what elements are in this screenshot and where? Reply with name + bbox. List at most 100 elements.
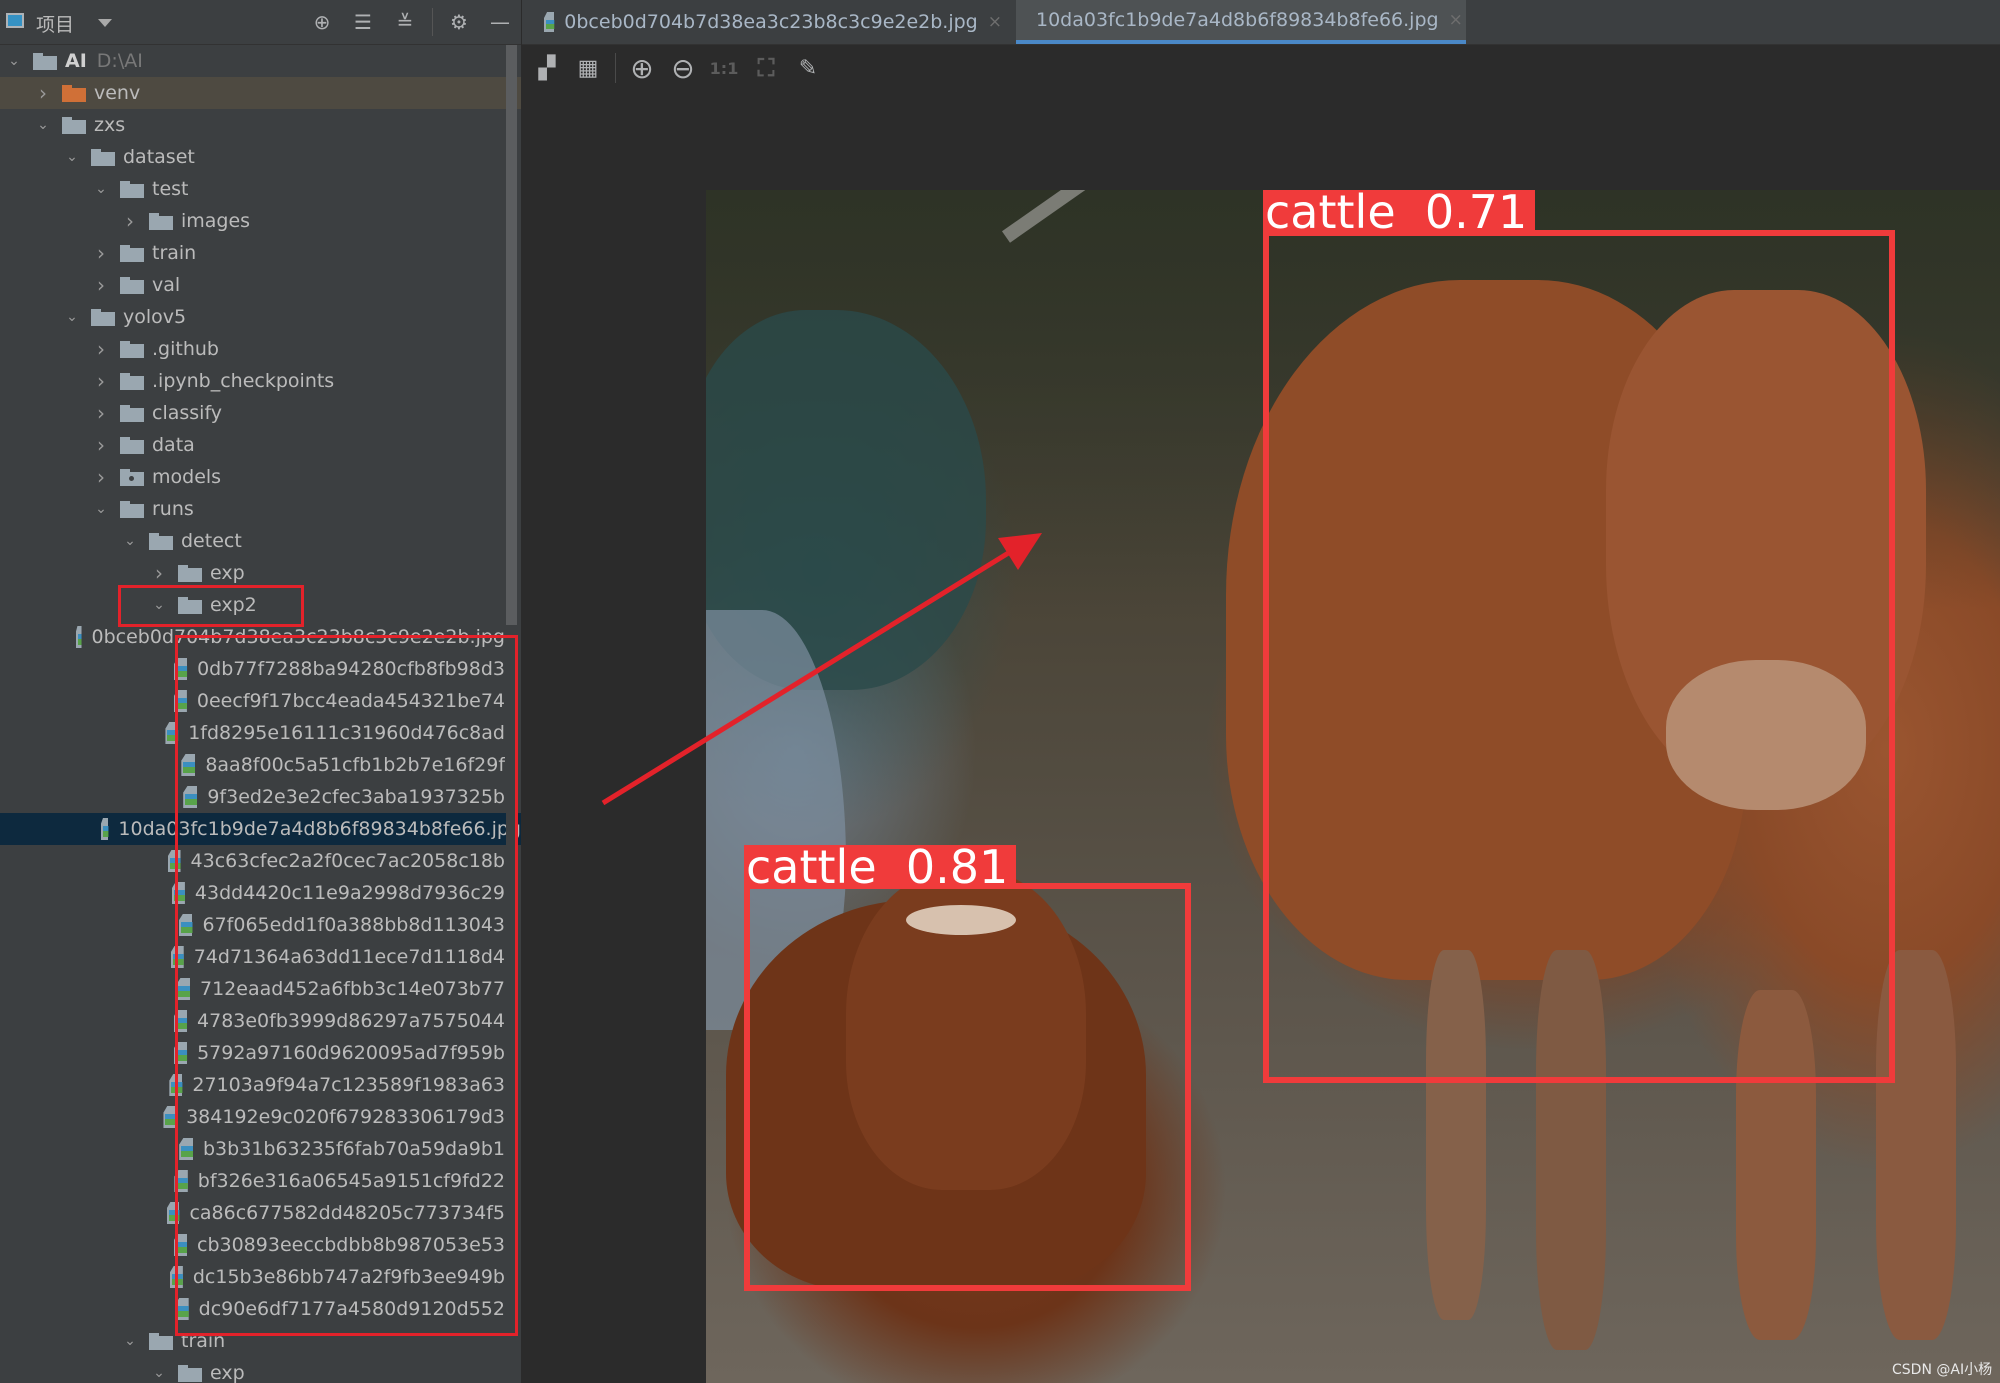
tab-10da03fc1b9d[interactable]: 10da03fc1b9de7a4d8b6f89834b8fe66.jpg × [1016,0,1466,44]
tree-file-item[interactable]: 384192e9c020f679283306179d3 [0,1101,505,1133]
chevron-down-icon[interactable]: ⌄ [63,148,81,166]
detection-box-cattle-0.81 [744,883,1191,1291]
grid-icon[interactable]: ▦ [573,53,603,83]
tab-0bceb0d704b7[interactable]: 0bceb0d704b7d38ea3c23b8c3c9e2e2b.jpg × [534,0,1012,44]
tree-item-label: 74d71364a63dd11ece7d1118d4 [193,946,505,968]
tree-file-item[interactable]: 43c63cfec2a2f0cec7ac2058c18b [0,845,505,877]
tree-folder-item[interactable]: › models [0,461,505,493]
tree-folder-item[interactable]: › data [0,429,505,461]
tree-file-item[interactable]: 8aa8f00c5a51cfb1b2b7e16f29f [0,749,505,781]
chevron-right-icon[interactable]: › [34,81,52,105]
tree-folder-item[interactable]: › exp [0,557,505,589]
tab-label: 10da03fc1b9de7a4d8b6f89834b8fe66.jpg [1036,9,1439,31]
chevron-right-icon[interactable]: › [121,209,139,233]
tree-folder-item[interactable]: ⌄ test [0,173,505,205]
folder-icon [120,276,144,294]
tree-folder-item[interactable]: ⌄ exp [0,1357,505,1383]
tree-folder-item[interactable]: › .github [0,333,505,365]
chevron-down-icon[interactable]: ⌄ [121,532,139,550]
chevron-right-icon[interactable]: › [92,433,110,457]
chevron-down-icon[interactable]: ⌄ [150,1364,168,1382]
expand-all-icon[interactable]: ☰ [349,8,377,36]
project-panel-title[interactable]: 项目 [36,10,74,37]
tree-file-item[interactable]: 43dd4420c11e9a2998d7936c29 [0,877,505,909]
chevron-down-icon[interactable]: ⌄ [63,308,81,326]
tree-file-item[interactable]: 4783e0fb3999d86297a7575044 [0,1005,505,1037]
actual-size-icon[interactable]: 1:1 [709,53,739,83]
tree-file-item[interactable]: cb30893eeccbdbb8b987053e53 [0,1229,505,1261]
tree-folder-item[interactable]: › .ipynb_checkpoints [0,365,505,397]
tree-file-item[interactable]: dc15b3e86bb747a2f9fb3ee949b [0,1261,505,1293]
tree-file-item[interactable]: ca86c677582dd48205c773734f5 [0,1197,505,1229]
tree-file-item[interactable]: 10da03fc1b9de7a4d8b6f89834b8fe66.jpg [0,813,521,845]
tree-folder-item[interactable]: › images [0,205,505,237]
tree-folder-item[interactable]: ⌄ AI D:\AI [0,45,505,77]
tree-file-item[interactable]: 0db77f7288ba94280cfb8fb98d3 [0,653,505,685]
tree-file-item[interactable]: bf326e316a06545a9151cf9fd22 [0,1165,505,1197]
tree-file-item[interactable]: 0bceb0d704b7d38ea3c23b8c3c9e2e2b.jpg [0,621,505,653]
minimize-icon[interactable]: — [486,8,514,36]
zoom-in-icon[interactable]: ⊕ [627,52,657,85]
tree-file-item[interactable]: 67f065edd1f0a388bb8d113043 [0,909,505,941]
folder-icon [62,84,86,102]
tree-folder-item[interactable]: › val [0,269,505,301]
tree-folder-item[interactable]: ⌄ train [0,1325,505,1357]
tree-file-item[interactable]: b3b31b63235f6fab70a59da9b1 [0,1133,505,1165]
tree-file-item[interactable]: 712eaad452a6fbb3c14e073b77 [0,973,505,1005]
image-file-icon [75,626,82,648]
chevron-down-icon[interactable]: ⌄ [5,52,23,70]
color-picker-icon[interactable]: ✎ [793,53,823,83]
tree-scrollbar[interactable] [506,45,517,1383]
tree-file-item[interactable]: 9f3ed2e3e2cfec3aba1937325b [0,781,505,813]
tree-folder-item[interactable]: ⌄ zxs [0,109,505,141]
image-file-icon [178,914,193,936]
tree-file-item[interactable]: 1fd8295e16111c31960d476c8ad [0,717,505,749]
tree-folder-item[interactable]: ⌄ yolov5 [0,301,505,333]
tree-file-item[interactable]: 0eecf9f17bcc4eada454321be74 [0,685,505,717]
chevron-down-icon[interactable]: ⌄ [150,596,168,614]
tree-folder-item[interactable]: ⌄ exp2 [0,589,505,621]
folder-icon [149,212,173,230]
close-icon[interactable]: × [988,12,1002,32]
tree-item-label: yolov5 [123,306,187,328]
gear-icon[interactable]: ⚙ [445,8,473,36]
chevron-right-icon[interactable]: › [92,369,110,393]
tree-folder-item[interactable]: ⌄ dataset [0,141,505,173]
collapse-all-icon[interactable]: ≚ [391,8,419,36]
chevron-right-icon[interactable]: › [92,465,110,489]
chevron-right-icon[interactable]: › [92,273,110,297]
tree-file-item[interactable]: 74d71364a63dd11ece7d1118d4 [0,941,505,973]
view-dropdown-icon[interactable] [98,19,112,27]
tree-file-item[interactable]: dc90e6df7177a4580d9120d552 [0,1293,505,1325]
chevron-right-icon[interactable]: › [92,241,110,265]
chevron-down-icon[interactable]: ⌄ [34,116,52,134]
zoom-out-icon[interactable]: ⊖ [668,52,698,85]
tree-file-item[interactable]: 5792a97160d9620095ad7f959b [0,1037,505,1069]
tree-item-label: zxs [94,114,126,136]
image-file-icon [173,658,188,680]
chessboard-icon[interactable]: ▞ [532,53,562,83]
close-icon[interactable]: × [1449,10,1463,30]
tree-scrollbar-thumb[interactable] [506,45,517,625]
locate-icon[interactable]: ⊕ [308,8,336,36]
chevron-right-icon[interactable]: › [92,337,110,361]
folder-icon [149,1332,173,1350]
tree-item-label: dataset [123,146,195,168]
tree-folder-item[interactable]: › classify [0,397,505,429]
chevron-down-icon[interactable]: ⌄ [92,180,110,198]
tree-item-label: dc90e6df7177a4580d9120d552 [198,1298,505,1320]
chevron-right-icon[interactable]: › [92,401,110,425]
image-file-icon [169,1074,183,1096]
tree-item-label: 712eaad452a6fbb3c14e073b77 [199,978,505,1000]
tree-folder-item[interactable]: ⌄ runs [0,493,505,525]
chevron-down-icon[interactable]: ⌄ [121,1332,139,1350]
image-file-icon [544,12,555,32]
fit-window-icon[interactable]: ⛶ [751,53,781,83]
tree-file-item[interactable]: 27103a9f94a7c123589f1983a63 [0,1069,505,1101]
chevron-right-icon[interactable]: › [150,561,168,585]
tree-folder-item[interactable]: › venv [0,77,521,109]
chevron-down-icon[interactable]: ⌄ [92,500,110,518]
tree-folder-item[interactable]: › train [0,237,505,269]
tree-item-label: exp [210,562,245,584]
tree-folder-item[interactable]: ⌄ detect [0,525,505,557]
